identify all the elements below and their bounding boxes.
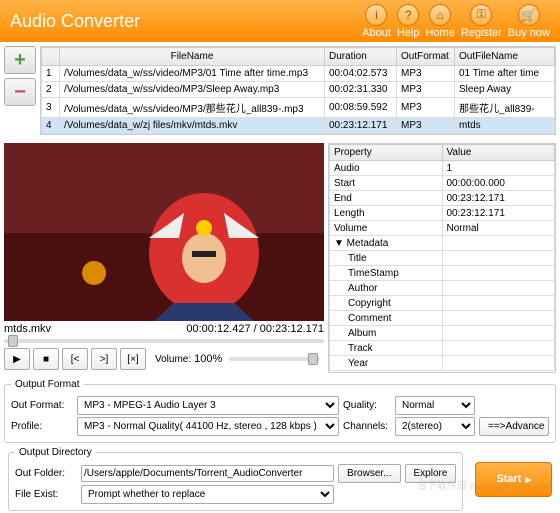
property-row[interactable]: Start00:00:00.000 (330, 176, 555, 191)
register-button[interactable]: ⚿Register (461, 4, 502, 39)
watermark: 当下软件园 www.downxia.com (417, 477, 552, 492)
profile-select[interactable]: MP3 - Normal Quality( 44100 Hz, stereo ,… (77, 417, 339, 436)
output-format-group: Output Format Out Format: MP3 - MPEG-1 A… (4, 379, 556, 443)
preview-panel: mtds.mkv 00:00:12.427 / 00:23:12.171 ▶ ■… (4, 143, 324, 373)
home-icon: ⌂ (429, 4, 451, 26)
col-num[interactable] (42, 48, 60, 66)
video-preview[interactable] (4, 143, 324, 321)
out-format-select[interactable]: MP3 - MPEG-1 Audio Layer 3 (77, 396, 339, 415)
app-title: Audio Converter (10, 11, 140, 32)
property-row[interactable]: Album (330, 326, 555, 341)
col-outfilename[interactable]: OutFileName (455, 48, 555, 66)
property-row[interactable]: Track (330, 341, 555, 356)
help-icon: ? (397, 4, 419, 26)
table-row[interactable]: 4/Volumes/data_w/zj files/mkv/mtds.mkv00… (42, 118, 555, 134)
key-icon: ⚿ (470, 4, 492, 26)
quality-select[interactable]: Normal (395, 396, 475, 415)
home-button[interactable]: ⌂Home (425, 4, 454, 39)
help-button[interactable]: ?Help (397, 4, 420, 39)
properties-table[interactable]: Property Value Audio1Start00:00:00.000En… (328, 143, 556, 373)
col-property[interactable]: Property (330, 145, 443, 161)
out-folder-input[interactable] (81, 465, 334, 482)
remove-file-button[interactable]: − (4, 78, 36, 106)
output-directory-group: Output Directory Out Folder: Browser... … (8, 447, 463, 511)
table-row[interactable]: 2/Volumes/data_w/ss/video/MP3/Sleep Away… (42, 82, 555, 98)
buy-button[interactable]: 🛒Buy now (508, 4, 550, 39)
browser-button[interactable]: Browser... (338, 464, 400, 483)
col-value[interactable]: Value (442, 145, 555, 161)
add-file-button[interactable]: + (4, 46, 36, 74)
table-row[interactable]: 3/Volumes/data_w/ss/video/MP3/那些花儿_all83… (42, 98, 555, 118)
volume-value: 100% (194, 353, 222, 365)
property-row[interactable]: VolumeNormal (330, 221, 555, 236)
header: Audio Converter iAbout ?Help ⌂Home ⚿Regi… (0, 0, 560, 42)
out-folder-label: Out Folder: (15, 468, 77, 479)
range-button[interactable]: [×] (120, 348, 146, 370)
file-exist-select[interactable]: Prompt whether to replace (81, 485, 334, 504)
property-row[interactable]: Audio1 (330, 161, 555, 176)
col-filename[interactable]: FileName (60, 48, 325, 66)
seek-slider[interactable] (4, 339, 324, 343)
property-row[interactable]: ▼ Metadata (330, 236, 555, 251)
info-icon: i (365, 4, 387, 26)
preview-time: 00:00:12.427 / 00:23:12.171 (186, 323, 324, 335)
mark-out-button[interactable]: >] (91, 348, 117, 370)
out-format-label: Out Format: (11, 400, 73, 411)
quality-label: Quality: (343, 400, 391, 411)
volume-label: Volume: (155, 354, 191, 365)
preview-filename: mtds.mkv (4, 323, 51, 335)
cart-icon: 🛒 (518, 4, 540, 26)
advance-button[interactable]: ==>Advance (479, 417, 549, 436)
property-row[interactable]: Author (330, 281, 555, 296)
property-row[interactable]: Copyright (330, 296, 555, 311)
header-buttons: iAbout ?Help ⌂Home ⚿Register 🛒Buy now (362, 4, 550, 39)
file-table[interactable]: FileName Duration OutFormat OutFileName … (40, 46, 556, 135)
property-row[interactable]: Year (330, 356, 555, 371)
table-row[interactable]: 1/Volumes/data_w/ss/video/MP3/01 Time af… (42, 66, 555, 82)
channels-select[interactable]: 2(stereo) (395, 417, 475, 436)
play-button[interactable]: ▶ (4, 348, 30, 370)
col-outformat[interactable]: OutFormat (397, 48, 455, 66)
property-row[interactable]: End00:23:12.171 (330, 191, 555, 206)
add-remove-panel: + − (4, 46, 36, 135)
property-row[interactable]: TimeStamp (330, 266, 555, 281)
about-button[interactable]: iAbout (362, 4, 391, 39)
property-row[interactable]: Comment (330, 311, 555, 326)
stop-button[interactable]: ■ (33, 348, 59, 370)
channels-label: Channels: (343, 421, 391, 432)
property-row[interactable]: Length00:23:12.171 (330, 206, 555, 221)
profile-label: Profile: (11, 421, 73, 432)
property-row[interactable]: Title (330, 251, 555, 266)
file-exist-label: File Exist: (15, 489, 77, 500)
volume-slider[interactable] (229, 357, 320, 361)
mark-in-button[interactable]: [< (62, 348, 88, 370)
col-duration[interactable]: Duration (325, 48, 397, 66)
